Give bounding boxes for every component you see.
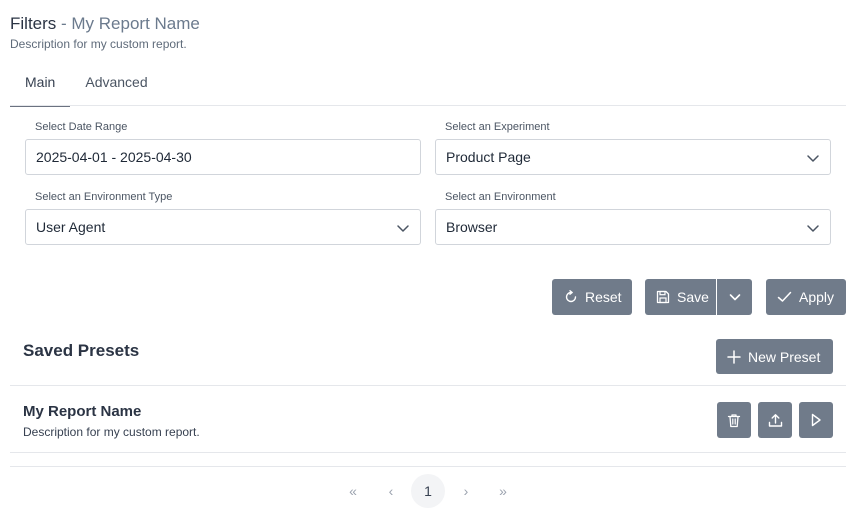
- chevron-down-icon: [397, 225, 409, 232]
- title-label: Filters: [10, 14, 57, 33]
- plus-icon: [727, 349, 741, 364]
- experiment-select[interactable]: Product Page: [435, 139, 831, 175]
- date-range-input[interactable]: 2025-04-01 - 2025-04-30: [25, 139, 421, 175]
- date-range-field: Select Date Range 2025-04-01 - 2025-04-3…: [25, 121, 421, 175]
- apply-label: Apply: [799, 289, 835, 305]
- page-header: Filters - My Report Name Description for…: [10, 14, 200, 51]
- tab-advanced[interactable]: Advanced: [70, 64, 162, 106]
- delete-preset-button[interactable]: [717, 402, 751, 438]
- experiment-field: Select an Experiment Product Page: [435, 121, 831, 175]
- play-icon: [811, 413, 821, 427]
- environment-field: Select an Environment Browser: [435, 191, 831, 245]
- preset-name: My Report Name: [23, 403, 142, 420]
- tab-main[interactable]: Main: [10, 64, 71, 107]
- experiment-value: Product Page: [446, 149, 531, 165]
- environment-type-field: Select an Environment Type User Agent: [25, 191, 421, 245]
- first-page-button[interactable]: «: [341, 474, 365, 508]
- trash-icon: [727, 413, 741, 427]
- apply-button[interactable]: Apply: [766, 279, 846, 315]
- environment-type-value: User Agent: [36, 219, 106, 235]
- new-preset-label: New Preset: [748, 348, 821, 365]
- environment-type-label: Select an Environment Type: [35, 191, 173, 203]
- save-label: Save: [677, 289, 709, 305]
- chevron-down-icon: [729, 294, 740, 301]
- preset-item: My Report Name Description for my custom…: [10, 385, 846, 453]
- page-title: Filters - My Report Name: [10, 14, 200, 34]
- save-icon: [656, 290, 670, 304]
- report-name: My Report Name: [71, 14, 200, 33]
- date-range-value: 2025-04-01 - 2025-04-30: [36, 149, 192, 165]
- prev-page-button[interactable]: ‹: [381, 474, 401, 508]
- experiment-label: Select an Experiment: [445, 121, 550, 133]
- current-page[interactable]: 1: [411, 474, 445, 508]
- pagination-divider: [10, 466, 846, 467]
- reset-label: Reset: [585, 289, 622, 305]
- report-description: Description for my custom report.: [10, 37, 187, 51]
- save-button[interactable]: Save: [645, 279, 716, 315]
- preset-description: Description for my custom report.: [23, 425, 200, 439]
- tab-bar: Main Advanced: [10, 64, 846, 107]
- environment-type-select[interactable]: User Agent: [25, 209, 421, 245]
- environment-value: Browser: [446, 219, 498, 235]
- saved-presets-heading: Saved Presets: [23, 341, 140, 360]
- next-page-button[interactable]: ›: [456, 474, 476, 508]
- date-range-label: Select Date Range: [35, 121, 128, 133]
- save-options-button[interactable]: [717, 279, 752, 315]
- chevron-down-icon: [807, 155, 819, 162]
- reset-button[interactable]: Reset: [552, 279, 632, 315]
- check-icon: [777, 291, 792, 302]
- export-preset-button[interactable]: [758, 402, 792, 438]
- run-preset-button[interactable]: [799, 402, 833, 438]
- environment-select[interactable]: Browser: [435, 209, 831, 245]
- new-preset-button[interactable]: New Preset: [716, 339, 833, 374]
- last-page-button[interactable]: »: [491, 474, 515, 508]
- environment-label: Select an Environment: [445, 191, 556, 203]
- upload-icon: [768, 413, 782, 427]
- chevron-down-icon: [807, 225, 819, 232]
- title-separator: -: [56, 14, 72, 33]
- reset-icon: [565, 290, 577, 303]
